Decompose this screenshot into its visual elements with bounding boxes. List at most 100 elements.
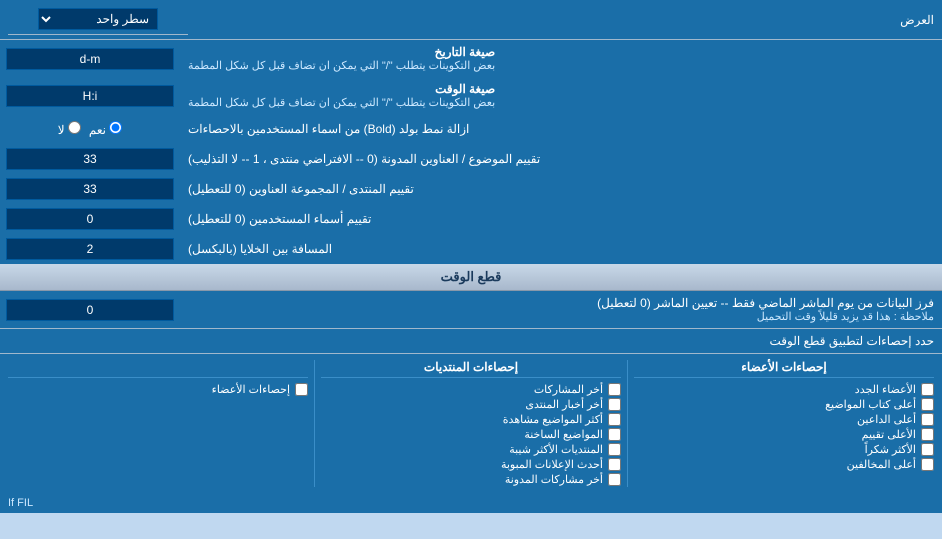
checkbox-hot-topics-input[interactable] bbox=[608, 428, 621, 441]
checkbox-most-viewed-label: أكثر المواضيع مشاهدة bbox=[503, 413, 603, 426]
cutoff-filter-label-cell: فرز البيانات من يوم الماشر الماضي فقط --… bbox=[180, 291, 942, 328]
checkbox-top-rated-input[interactable] bbox=[921, 428, 934, 441]
checkbox-most-thankful-label: الأكثر شكراً bbox=[865, 443, 916, 456]
forum-order-input[interactable] bbox=[6, 178, 174, 200]
checkbox-top-inviters-input[interactable] bbox=[921, 413, 934, 426]
cutoff-filter-input[interactable] bbox=[6, 299, 174, 321]
checkbox-top-violators-label: أعلى المخالفين bbox=[847, 458, 916, 471]
checkbox-hot-topics: المواضيع الساخنة bbox=[321, 427, 621, 442]
time-format-main: صيغة الوقت bbox=[188, 82, 495, 96]
stats-limit-label: حدد إحصاءات لتطبيق قطع الوقت bbox=[769, 334, 934, 348]
checkbox-last-posts-label: أخر المشاركات bbox=[534, 383, 603, 396]
col-divider-1 bbox=[627, 360, 628, 487]
display-select[interactable]: سطر واحد سطران ثلاثة أسطر bbox=[38, 8, 158, 30]
display-row: العرض سطر واحد سطران ثلاثة أسطر bbox=[0, 0, 942, 40]
time-format-label: صيغة الوقت بعض التكوينات يتطلب "/" التي … bbox=[180, 77, 942, 114]
checkbox-blog-posts: أخر مشاركات المدونة bbox=[321, 472, 621, 487]
topics-order-label: تقييم الموضوع / العناوين المدونة (0 -- ا… bbox=[180, 144, 942, 174]
users-order-input-cell bbox=[0, 204, 180, 234]
cells-spacing-input[interactable] bbox=[6, 238, 174, 260]
checkbox-latest-classifieds: أحدث الإعلانات المبوبة bbox=[321, 457, 621, 472]
checkbox-most-similar-input[interactable] bbox=[608, 443, 621, 456]
time-format-sub: بعض التكوينات يتطلب "/" التي يمكن ان تضا… bbox=[188, 96, 495, 109]
cutoff-filter-row: فرز البيانات من يوم الماشر الماضي فقط --… bbox=[0, 291, 942, 329]
checkbox-top-rated-label: الأعلى تقييم bbox=[862, 428, 916, 441]
checkbox-most-thankful-input[interactable] bbox=[921, 443, 934, 456]
checkbox-top-writers-label: أعلى كتاب المواضيع bbox=[825, 398, 916, 411]
stats-left-col: إحصاءات الأعضاء الأعضاء الجدد أعلى كتاب … bbox=[634, 360, 934, 487]
users-order-label: تقييم أسماء المستخدمين (0 للتعطيل) bbox=[180, 204, 942, 234]
checkbox-blog-posts-input[interactable] bbox=[608, 473, 621, 486]
checkbox-top-rated: الأعلى تقييم bbox=[634, 427, 934, 442]
forum-order-row: تقييم المنتدى / المجموعة العناوين (0 للت… bbox=[0, 174, 942, 204]
date-format-row: صيغة التاريخ بعض التكوينات يتطلب "/" الت… bbox=[0, 40, 942, 77]
checkbox-new-members: الأعضاء الجدد bbox=[634, 382, 934, 397]
checkbox-last-posts: أخر المشاركات bbox=[321, 382, 621, 397]
topics-order-input-cell bbox=[0, 144, 180, 174]
cutoff-filter-input-cell bbox=[0, 291, 180, 328]
cutoff-header: قطع الوقت bbox=[0, 264, 942, 291]
checkbox-members-stats-label: إحصاءات الأعضاء bbox=[212, 383, 290, 396]
date-format-input-cell bbox=[0, 40, 180, 77]
users-order-row: تقييم أسماء المستخدمين (0 للتعطيل) bbox=[0, 204, 942, 234]
radio-yes-label: نعم bbox=[89, 121, 122, 137]
date-format-input[interactable] bbox=[6, 48, 174, 70]
stats-left-header: إحصاءات الأعضاء bbox=[634, 360, 934, 378]
col-divider-2 bbox=[314, 360, 315, 487]
footer: If FIL bbox=[0, 493, 942, 513]
time-format-input[interactable] bbox=[6, 85, 174, 107]
checkbox-forum-news-label: أخر أخبار المنتدى bbox=[525, 398, 603, 411]
checkbox-most-similar-label: المنتديات الأكثر شيبة bbox=[509, 443, 603, 456]
checkbox-members-stats-input[interactable] bbox=[295, 383, 308, 396]
stats-columns: إحصاءات الأعضاء الأعضاء الجدد أعلى كتاب … bbox=[0, 354, 942, 493]
checkbox-new-members-input[interactable] bbox=[921, 383, 934, 396]
stats-middle-col: إحصاءات المنتديات أخر المشاركات أخر أخبا… bbox=[321, 360, 621, 487]
radio-yes[interactable] bbox=[109, 121, 122, 134]
footer-text: If FIL bbox=[8, 497, 33, 509]
checkbox-latest-classifieds-label: أحدث الإعلانات المبوبة bbox=[501, 458, 603, 471]
checkbox-top-violators-input[interactable] bbox=[921, 458, 934, 471]
stats-limit-row: حدد إحصاءات لتطبيق قطع الوقت bbox=[0, 329, 942, 354]
topics-order-input[interactable] bbox=[6, 148, 174, 170]
forum-order-input-cell bbox=[0, 174, 180, 204]
cells-spacing-row: المسافة بين الخلايا (بالبكسل) bbox=[0, 234, 942, 264]
checkbox-top-violators: أعلى المخالفين bbox=[634, 457, 934, 472]
checkbox-top-writers: أعلى كتاب المواضيع bbox=[634, 397, 934, 412]
checkbox-latest-classifieds-input[interactable] bbox=[608, 458, 621, 471]
date-format-main: صيغة التاريخ bbox=[188, 45, 495, 59]
stats-middle-header: إحصاءات المنتديات bbox=[321, 360, 621, 378]
checkbox-blog-posts-label: أخر مشاركات المدونة bbox=[505, 473, 603, 486]
stats-right-col: إحصاءات الأعضاء bbox=[8, 360, 308, 487]
checkbox-new-members-label: الأعضاء الجدد bbox=[855, 383, 916, 396]
cells-spacing-input-cell bbox=[0, 234, 180, 264]
topics-order-row: تقييم الموضوع / العناوين المدونة (0 -- ا… bbox=[0, 144, 942, 174]
checkbox-most-viewed-input[interactable] bbox=[608, 413, 621, 426]
remove-bold-input-cell: نعم لا bbox=[0, 114, 180, 144]
display-select-cell: سطر واحد سطران ثلاثة أسطر bbox=[8, 4, 188, 35]
users-order-input[interactable] bbox=[6, 208, 174, 230]
remove-bold-row: ازالة نمط بولد (Bold) من اسماء المستخدمي… bbox=[0, 114, 942, 144]
date-format-label: صيغة التاريخ بعض التكوينات يتطلب "/" الت… bbox=[180, 40, 942, 77]
checkbox-most-viewed: أكثر المواضيع مشاهدة bbox=[321, 412, 621, 427]
checkbox-top-inviters: أعلى الداعين bbox=[634, 412, 934, 427]
checkbox-top-inviters-label: أعلى الداعين bbox=[857, 413, 916, 426]
checkbox-top-writers-input[interactable] bbox=[921, 398, 934, 411]
checkbox-most-similar: المنتديات الأكثر شيبة bbox=[321, 442, 621, 457]
radio-no-label: لا bbox=[58, 121, 81, 137]
checkbox-members-stats: إحصاءات الأعضاء bbox=[8, 382, 308, 397]
checkbox-forum-news: أخر أخبار المنتدى bbox=[321, 397, 621, 412]
checkbox-forum-news-input[interactable] bbox=[608, 398, 621, 411]
remove-bold-radio-group: نعم لا bbox=[58, 121, 123, 137]
time-format-input-cell bbox=[0, 77, 180, 114]
display-label: العرض bbox=[188, 13, 934, 27]
radio-no[interactable] bbox=[68, 121, 81, 134]
cutoff-filter-note: ملاحظة : هذا قد يزيد قليلاً وقت التحميل bbox=[188, 310, 934, 323]
checkbox-last-posts-input[interactable] bbox=[608, 383, 621, 396]
remove-bold-label: ازالة نمط بولد (Bold) من اسماء المستخدمي… bbox=[180, 114, 942, 144]
main-container: العرض سطر واحد سطران ثلاثة أسطر صيغة الت… bbox=[0, 0, 942, 513]
forum-order-label: تقييم المنتدى / المجموعة العناوين (0 للت… bbox=[180, 174, 942, 204]
time-format-row: صيغة الوقت بعض التكوينات يتطلب "/" التي … bbox=[0, 77, 942, 114]
cutoff-filter-main: فرز البيانات من يوم الماشر الماضي فقط --… bbox=[188, 296, 934, 310]
checkbox-hot-topics-label: المواضيع الساخنة bbox=[524, 428, 603, 441]
checkbox-most-thankful: الأكثر شكراً bbox=[634, 442, 934, 457]
